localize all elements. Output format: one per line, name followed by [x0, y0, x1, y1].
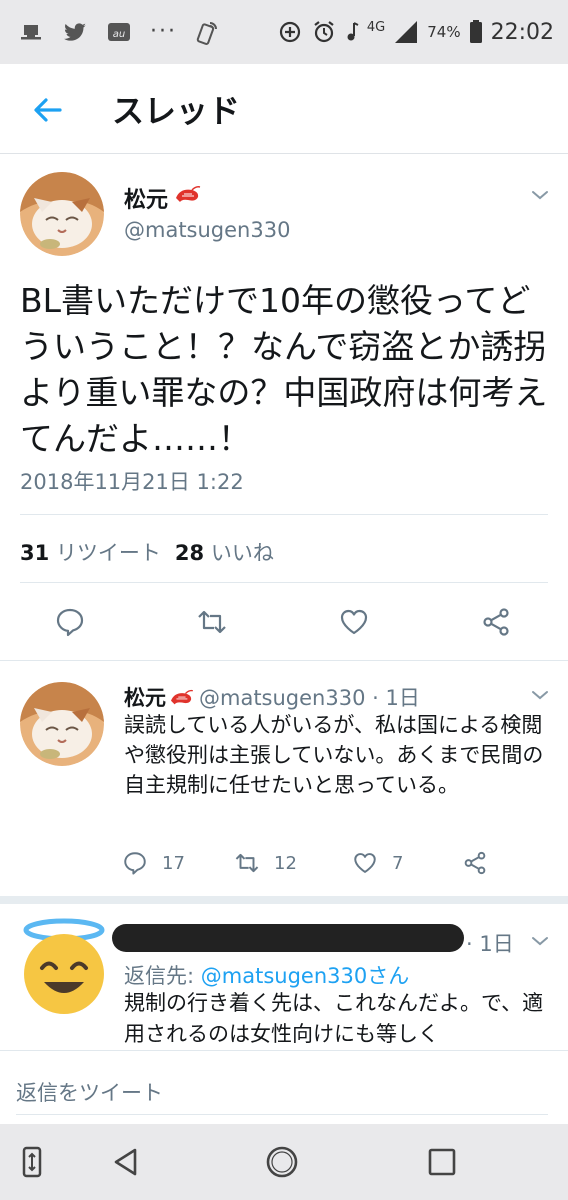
clock: 22:02 — [490, 19, 554, 45]
chevron-down-icon[interactable] — [530, 688, 550, 702]
reply-icon[interactable] — [54, 606, 86, 638]
divider — [20, 514, 548, 515]
battery-icon — [469, 20, 482, 43]
reply-text: 誤読している人がいるが、私は国による検閲や懲役刑は主張していない。あくまで民間の… — [124, 713, 544, 797]
cat-avatar[interactable] — [20, 682, 104, 766]
tweet-stats: 31 リツイート 28 いいね — [20, 537, 274, 567]
like-stat[interactable]: 28 いいね — [175, 537, 274, 567]
share-action[interactable] — [462, 850, 488, 876]
svg-text:au: au — [113, 29, 125, 40]
share-icon[interactable] — [480, 606, 512, 638]
reply-header: 松元 @matsugen330 · 1日 — [124, 682, 420, 712]
like-action[interactable]: 7 — [352, 850, 462, 876]
page-title: スレッド — [112, 92, 241, 130]
android-nav-bar — [0, 1124, 568, 1200]
retweet-stat[interactable]: 31 リツイート — [20, 537, 161, 567]
separator — [0, 660, 568, 661]
smiling-angel-emoji-avatar[interactable] — [16, 918, 112, 1018]
twitter-icon — [63, 23, 86, 41]
network-type: 4G — [366, 19, 386, 35]
retweet-label: リツイート — [55, 541, 161, 565]
notification-icon — [21, 25, 41, 40]
retweet-action[interactable]: 12 — [234, 850, 352, 876]
reply-to-line: 返信先: @matsugen330さん — [124, 960, 409, 990]
like-heart-icon — [354, 853, 376, 873]
redacted-name — [112, 924, 464, 952]
separator — [0, 896, 568, 904]
status-right: 4G 74% 22:02 — [277, 18, 554, 46]
status-left: au ··· — [18, 18, 221, 46]
chevron-down-icon[interactable] — [530, 934, 550, 948]
like-label: いいね — [210, 541, 274, 565]
reply-composer — [0, 1050, 568, 1124]
back-arrow-icon[interactable] — [30, 92, 66, 128]
retweet-count: 31 — [20, 541, 50, 565]
reply-to-label: 返信先: — [124, 964, 195, 988]
back-nav-icon[interactable] — [108, 1144, 144, 1180]
tweet-timestamp[interactable]: 2018年11月21日 1:22 — [20, 466, 244, 496]
more-dots: ··· — [150, 19, 177, 44]
share-icon — [464, 851, 486, 875]
recent-apps-icon[interactable] — [424, 1144, 460, 1180]
retweet-icon — [235, 853, 259, 873]
cat-avatar[interactable] — [20, 172, 104, 256]
status-bar: au ··· 4G 74% 22:02 — [0, 0, 568, 64]
au-icon: au — [108, 23, 130, 41]
retweet-icon[interactable] — [196, 606, 228, 638]
like-count: 28 — [174, 541, 205, 565]
tweet-text: BL書いただけで10年の懲役ってどういうこと！？なんで窃盗とか誘拐より重い罪なの… — [20, 281, 548, 458]
reply-input[interactable] — [16, 1051, 548, 1115]
author-name[interactable]: 松元 — [124, 182, 168, 214]
like-count: 7 — [392, 852, 404, 874]
phone-switch-icon[interactable] — [14, 1144, 50, 1180]
shrimp-icon — [176, 186, 201, 202]
home-nav-icon[interactable] — [264, 1144, 300, 1180]
reply-actions: 17 12 7 — [122, 850, 488, 876]
battery-percent: 74% — [427, 23, 461, 41]
music-icon — [347, 22, 359, 41]
author-handle[interactable]: @matsugen330 — [124, 218, 290, 242]
reply-icon — [124, 852, 146, 875]
retweet-count: 12 — [274, 852, 297, 874]
author-name[interactable]: 松元 — [124, 686, 166, 710]
signal-icon — [395, 21, 418, 43]
nfc-icon — [196, 22, 217, 45]
shrimp-icon — [171, 689, 193, 705]
reply-time[interactable]: · 1日 — [466, 928, 514, 958]
reply-count: 17 — [162, 852, 185, 874]
reply-action[interactable]: 17 — [122, 850, 234, 876]
chevron-down-icon[interactable] — [530, 188, 550, 202]
like-heart-icon[interactable] — [338, 606, 370, 638]
reply-text: 規制の行き着く先は、これなんだよ。で、適用されるのは女性向けにも等しく — [124, 991, 544, 1046]
add-circle-icon — [279, 21, 300, 43]
author-handle-time[interactable]: @matsugen330 · 1日 — [199, 686, 420, 710]
reply-to-mention[interactable]: @matsugen330さん — [201, 964, 409, 988]
alarm-icon — [314, 21, 334, 43]
divider — [20, 582, 548, 583]
app-header: スレッド — [0, 64, 568, 154]
